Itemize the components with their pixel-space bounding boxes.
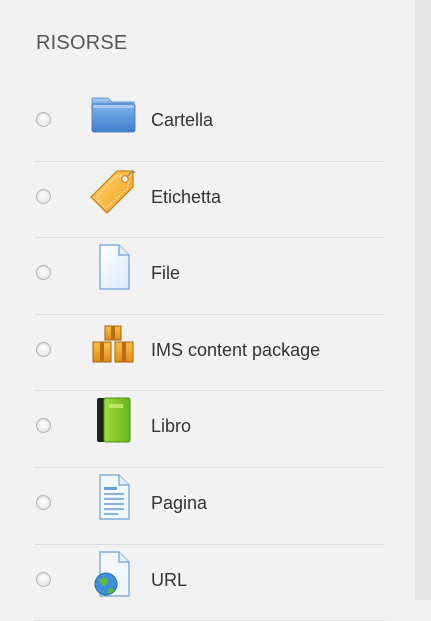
resource-label: File xyxy=(151,263,181,284)
resource-item-libro[interactable]: Libro xyxy=(34,391,385,468)
section-title: RISORSE xyxy=(36,32,128,54)
file-icon xyxy=(99,244,130,290)
resource-item-cartella[interactable]: Cartella xyxy=(34,85,385,162)
resource-label: Pagina xyxy=(151,492,208,513)
resource-item-url[interactable]: URL xyxy=(34,545,385,621)
resource-item-pagina[interactable]: Pagina xyxy=(34,468,385,545)
radio-button[interactable] xyxy=(36,571,51,587)
radio-button[interactable] xyxy=(36,418,51,434)
radio-button[interactable] xyxy=(36,341,51,357)
resource-label: IMS content package xyxy=(151,339,321,360)
url-icon xyxy=(94,550,130,597)
radio-button[interactable] xyxy=(36,494,51,510)
resource-item-ims-content-package[interactable]: IMS content package xyxy=(34,315,385,392)
radio-button[interactable] xyxy=(36,188,51,204)
resource-label: Etichetta xyxy=(151,186,222,207)
radio-button[interactable] xyxy=(36,112,51,127)
ims-package-icon xyxy=(92,325,134,363)
resource-label: URL xyxy=(151,569,188,590)
resource-item-etichetta[interactable]: Etichetta xyxy=(34,162,385,239)
resource-label: Cartella xyxy=(151,110,214,130)
folder-icon xyxy=(91,97,136,133)
resources-panel: RISORSE Cartella Etichetta File IMS cont… xyxy=(0,0,416,621)
resource-item-file[interactable]: File xyxy=(34,238,385,315)
page-icon xyxy=(99,474,130,520)
book-icon xyxy=(97,397,131,443)
tag-icon xyxy=(90,169,136,214)
resource-list: Cartella Etichetta File IMS content pack… xyxy=(0,85,415,621)
radio-button[interactable] xyxy=(36,265,51,281)
resource-label: Libro xyxy=(151,416,192,437)
right-gutter xyxy=(415,0,431,600)
